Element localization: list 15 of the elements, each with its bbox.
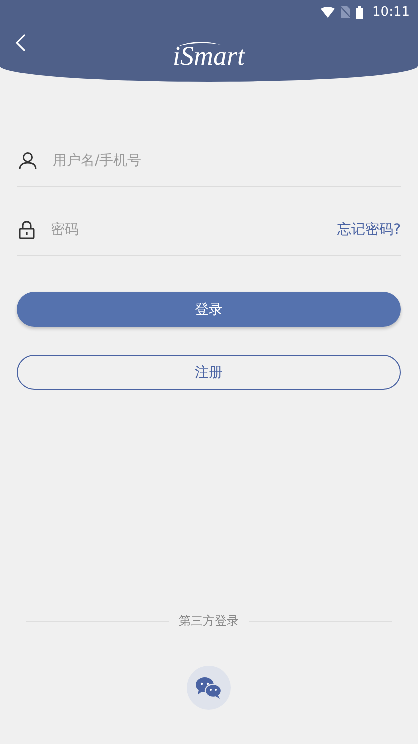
back-icon[interactable]	[15, 34, 27, 52]
password-field[interactable]: 密码	[51, 222, 322, 238]
login-button[interactable]: 登录	[17, 292, 401, 327]
no-sim-icon	[340, 6, 350, 18]
username-field[interactable]: 用户名/手机号	[53, 153, 401, 169]
wechat-button[interactable]	[187, 666, 231, 710]
user-icon	[19, 152, 37, 170]
logo: iSmart	[172, 40, 245, 70]
wifi-icon	[320, 6, 335, 18]
register-button[interactable]: 注册	[17, 355, 401, 390]
forgot-password-link[interactable]: 忘记密码?	[338, 221, 401, 239]
lock-icon	[19, 221, 35, 239]
battery-icon	[356, 6, 363, 18]
status-time: 10:11	[372, 4, 410, 20]
chat-bubbles-icon	[195, 676, 223, 700]
